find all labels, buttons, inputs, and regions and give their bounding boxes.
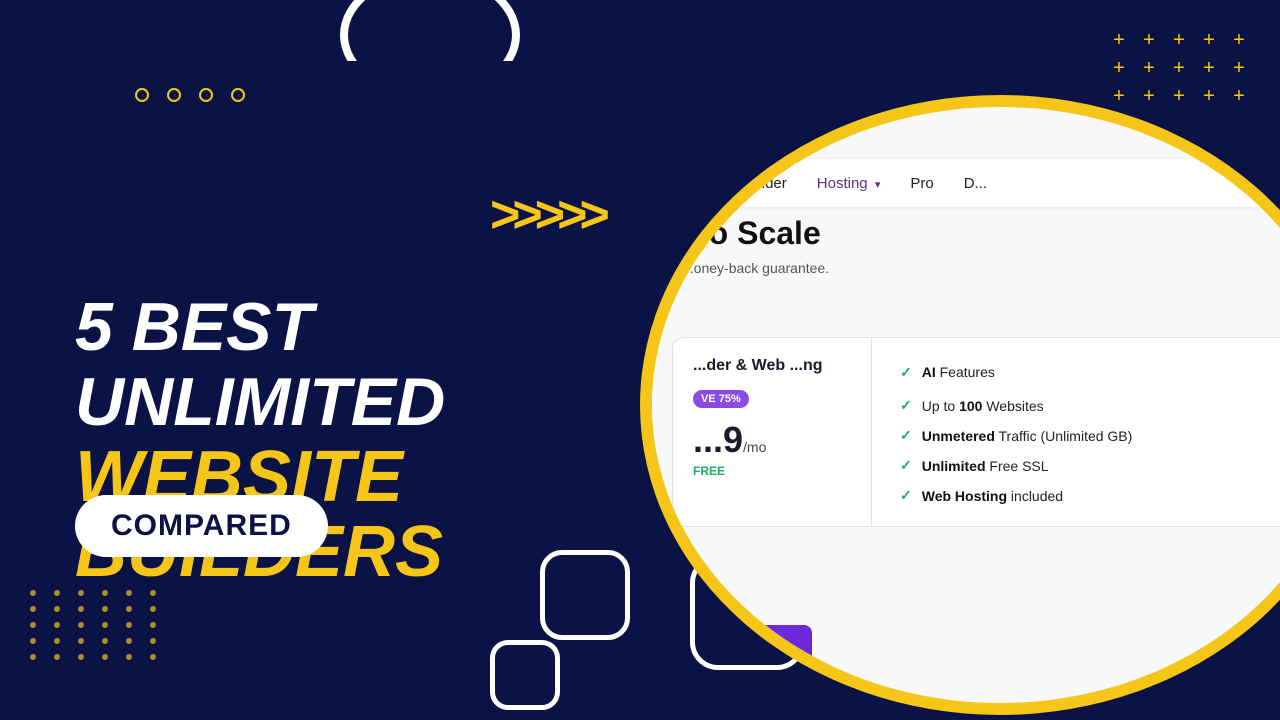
save-badge: VE 75% [693,390,749,408]
check-icon: ✓ [900,487,912,504]
plus-icon: + [1168,58,1190,78]
decorative-dot-grid [30,590,164,660]
nav-item-hosting[interactable]: Hosting ▾ [817,175,881,192]
plus-icon: + [1168,30,1190,50]
feature-item-ssl: ✓ Unlimited Free SSL [900,457,1280,474]
dot-grid-item [150,606,156,612]
plus-icon: + [1198,86,1220,106]
plan-right-column: ✓ AI Features ⓘ ✓ Up to 100 Websites ✓ U… [872,337,1280,527]
nav-item-more[interactable]: D... [964,175,987,192]
dot-circle-3 [199,88,213,102]
chevron-down-icon: ▾ [875,179,881,191]
website-inner: Website Builder Hosting ▾ Pro D... ...o … [652,107,1280,703]
plus-icon: + [1108,30,1130,50]
plus-icon: + [1138,30,1160,50]
plan-name: ...der & Web ...ng [693,356,851,377]
price-value: ...9 [693,419,743,460]
decorative-rounded-square-3 [490,640,560,710]
dot-grid-item [78,606,84,612]
plus-icon: + [1108,58,1130,78]
title-line-1: 5 BEST UNLIMITED [75,290,635,440]
dot-grid-item [54,622,60,628]
plan-left-column: ...der & Web ...ng VE 75% ...9/mo FREE [672,337,872,527]
feature-text-traffic: Unmetered Traffic (Unlimited GB) [922,428,1133,444]
site-nav: Website Builder Hosting ▾ Pro D... [652,159,1280,207]
pricing-section: ...der & Web ...ng VE 75% ...9/mo FREE ✓… [652,337,1280,527]
dot-grid-item [54,638,60,644]
dot-grid-item [78,638,84,644]
dot-grid-item [78,622,84,628]
plus-icon: + [1198,30,1220,50]
dot-grid-item [126,654,132,660]
plus-icon: + [1138,86,1160,106]
dot-circle-1 [135,88,149,102]
check-icon: ✓ [900,427,912,444]
dot-grid-item [54,654,60,660]
check-icon: ✓ [900,457,912,474]
dot-grid-item [30,654,36,660]
free-label: FREE [693,464,851,478]
dot-circle-2 [167,88,181,102]
feature-text-hosting: Web Hosting included [922,488,1063,504]
feature-item-websites: ✓ Up to 100 Websites [900,397,1280,414]
dot-grid-item [150,622,156,628]
site-hero: ...o Scale ...oney-back guarantee. [682,215,1280,296]
plus-icon: + [1138,58,1160,78]
plus-icon: + [1228,58,1250,78]
decorative-chevrons: >>>>> [490,185,602,245]
dot-grid-item [54,590,60,596]
check-icon: ✓ [900,397,912,414]
decorative-dots-row [135,88,245,102]
plus-icon: + [1108,86,1130,106]
hero-title: ...o Scale [682,215,1280,252]
feature-text-ssl: Unlimited Free SSL [922,458,1049,474]
check-icon: ✓ [900,364,912,381]
dot-grid-item [30,606,36,612]
dot-grid-item [30,590,36,596]
dot-grid-item [102,654,108,660]
nav-item-pro[interactable]: Pro [910,175,933,192]
feature-list: ✓ AI Features ⓘ ✓ Up to 100 Websites ✓ U… [900,360,1280,504]
dot-grid-item [150,638,156,644]
plus-icon: + [1168,86,1190,106]
price-period: /mo [743,439,766,455]
site-preview-circle: Website Builder Hosting ▾ Pro D... ...o … [640,95,1280,715]
dot-grid-item [78,654,84,660]
feature-item-ai: ✓ AI Features ⓘ [900,360,1280,384]
dot-grid-item [30,638,36,644]
dot-grid-item [102,622,108,628]
price-display: ...9/mo [693,422,851,458]
feature-text-ai: AI Features [922,364,995,380]
dot-circle-4 [231,88,245,102]
feature-item-traffic: ✓ Unmetered Traffic (Unlimited GB) [900,427,1280,444]
plus-icon: + [1198,58,1220,78]
decorative-plus-grid: + + + + + + + + + + + + + + + [1108,30,1250,106]
dot-grid-item [150,654,156,660]
plus-icon: + [1228,86,1250,106]
dot-grid-item [126,622,132,628]
dot-grid-item [102,606,108,612]
compared-button[interactable]: COMPARED [75,495,328,557]
dot-grid-item [30,622,36,628]
hero-subtitle: ...oney-back guarantee. [682,260,1280,276]
dot-grid-item [126,638,132,644]
plus-icon: + [1228,30,1250,50]
dot-grid-item [126,606,132,612]
feature-text-websites: Up to 100 Websites [922,398,1044,414]
dot-grid-item [102,638,108,644]
plan-cta-button[interactable] [682,625,812,671]
nav-item-website-builder[interactable]: Website Builder [682,175,787,192]
dot-grid-item [54,606,60,612]
feature-item-hosting: ✓ Web Hosting included [900,487,1280,504]
